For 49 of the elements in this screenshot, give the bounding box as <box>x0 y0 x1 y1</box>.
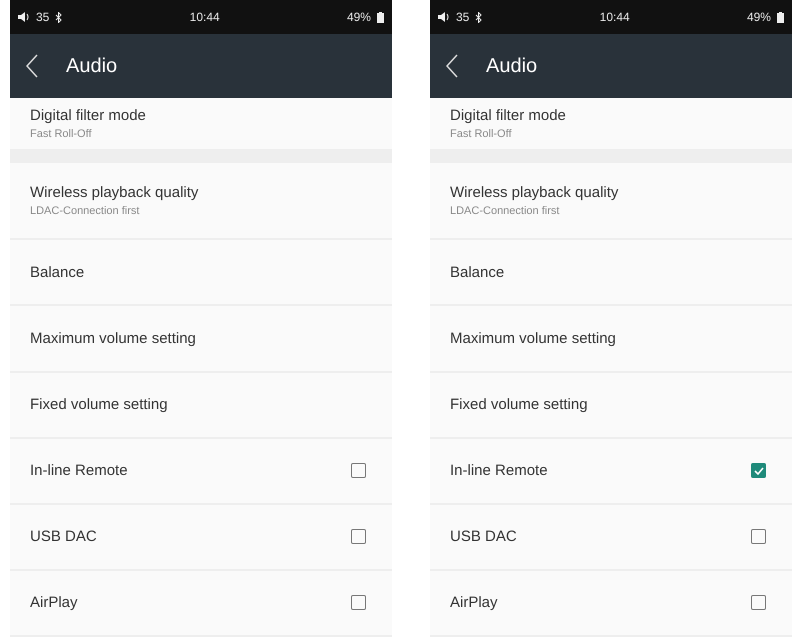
checkbox[interactable] <box>351 463 366 478</box>
clock: 10:44 <box>190 10 220 24</box>
setting-title: In-line Remote <box>450 462 548 480</box>
battery-percent: 49% <box>346 10 371 24</box>
setting-title: In-line Remote <box>30 462 128 480</box>
checkbox[interactable] <box>751 463 766 478</box>
checkbox[interactable] <box>351 595 366 610</box>
setting-title: AirPlay <box>30 594 78 612</box>
settings-row[interactable]: Wireless playback quality LDAC-Connection first <box>10 162 392 240</box>
back-icon[interactable] <box>446 54 458 78</box>
setting-title: Balance <box>450 264 504 281</box>
volume-level: 35 <box>36 10 50 24</box>
setting-title: Digital filter mode <box>450 106 566 124</box>
battery-icon <box>376 12 384 22</box>
page-title: Audio <box>66 54 118 78</box>
page-title: Audio <box>486 54 538 78</box>
setting-title: Wireless playback quality <box>450 184 618 201</box>
setting-title: Maximum volume setting <box>450 330 616 347</box>
clock: 10:44 <box>600 10 630 24</box>
setting-title: Fixed volume setting <box>450 396 588 414</box>
battery-percent: 49% <box>746 10 771 24</box>
setting-value: LDAC-Connection first <box>450 204 560 217</box>
setting-title: Digital filter mode <box>30 106 146 124</box>
setting-title: Maximum volume setting <box>30 330 196 347</box>
bluetooth-icon <box>55 12 62 22</box>
setting-title: AirPlay <box>450 594 498 612</box>
setting-value: Fast Roll-Off <box>30 128 93 140</box>
volume-icon <box>18 12 30 22</box>
setting-title: Wireless playback quality <box>30 184 198 201</box>
checkbox[interactable] <box>751 529 766 544</box>
settings-row[interactable]: Fixed volume setting <box>430 372 792 439</box>
settings-row[interactable]: In-line Remote <box>10 438 392 505</box>
checkbox[interactable] <box>351 529 366 544</box>
setting-title: Fixed volume setting <box>30 396 168 414</box>
setting-title: USB DAC <box>30 528 97 546</box>
setting-title: Balance <box>30 264 84 281</box>
setting-title: USB DAC <box>450 528 517 546</box>
setting-value: Fast Roll-Off <box>450 128 513 140</box>
volume-icon <box>438 12 450 22</box>
bluetooth-icon <box>475 12 482 22</box>
battery-icon <box>776 12 784 22</box>
settings-row[interactable]: Wireless playback quality LDAC-Connection first <box>430 162 792 240</box>
checkbox[interactable] <box>751 595 766 610</box>
setting-value: LDAC-Connection first <box>30 204 140 217</box>
settings-row[interactable]: In-line Remote <box>430 438 792 505</box>
back-icon[interactable] <box>26 54 38 78</box>
volume-level: 35 <box>456 10 470 24</box>
settings-row[interactable]: Fixed volume setting <box>10 372 392 439</box>
check-icon <box>754 466 764 476</box>
